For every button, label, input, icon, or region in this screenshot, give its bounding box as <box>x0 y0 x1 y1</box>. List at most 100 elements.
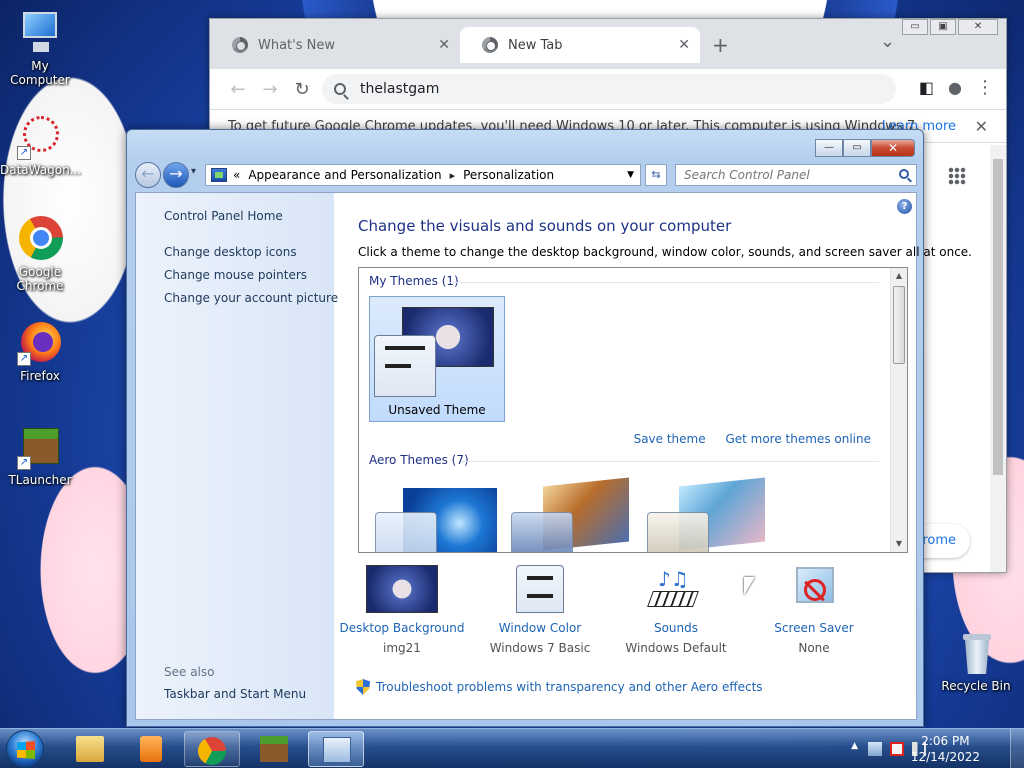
infobar-close-icon[interactable]: ✕ <box>975 117 988 136</box>
theme-list-scrollbar[interactable]: ▲ ▼ <box>890 268 907 552</box>
tab-search-icon[interactable]: ⌄ <box>880 31 895 52</box>
show-desktop-button[interactable] <box>1010 729 1024 768</box>
reload-button[interactable]: ↻ <box>286 79 318 100</box>
aero-themes-heading: Aero Themes (7) <box>369 453 469 467</box>
search-input[interactable]: Search Control Panel <box>675 164 917 186</box>
desktop-icon-my-computer[interactable]: My Computer <box>0 10 80 87</box>
profile-avatar-icon[interactable]: ● <box>948 78 962 97</box>
network-icon[interactable] <box>868 742 882 756</box>
desktop-icon-datawagon[interactable]: ↗ DataWagon... <box>0 114 81 177</box>
new-tab-button[interactable]: + <box>712 33 729 57</box>
address-bar[interactable]: thelastgam <box>322 74 896 104</box>
forward-button[interactable]: → <box>163 162 189 188</box>
desktop-background-setting[interactable]: Desktop Background img21 <box>332 565 472 655</box>
search-icon <box>334 83 346 95</box>
close-button[interactable]: ✕ <box>871 139 915 157</box>
search-icon[interactable] <box>899 169 909 179</box>
task-pane: Control Panel Home Change desktop icons … <box>136 193 338 719</box>
refresh-button[interactable]: ⇆ <box>645 164 667 186</box>
desktop-icon-google-chrome[interactable]: Google Chrome <box>0 216 80 293</box>
theme-list: My Themes (1) Unsaved Theme Save theme G… <box>358 267 908 553</box>
chrome-icon <box>17 216 63 262</box>
forward-button[interactable]: → <box>254 79 286 100</box>
window-color-preview <box>375 512 437 552</box>
breadcrumb-separator[interactable]: ▸ <box>450 169 456 182</box>
theme-unsaved[interactable]: Unsaved Theme <box>369 296 505 422</box>
tab-new-tab[interactable]: New Tab ✕ <box>460 27 700 63</box>
get-more-themes-link[interactable]: Get more themes online <box>725 432 871 446</box>
recycle-bin-icon <box>953 630 999 676</box>
side-panel-icon[interactable]: ◧ <box>919 78 934 97</box>
computer-icon <box>17 10 63 56</box>
back-button[interactable]: ← <box>135 162 161 188</box>
sounds-icon: ♪♫ <box>640 565 712 613</box>
setting-label[interactable]: Screen Saver <box>744 621 884 635</box>
change-mouse-pointers-link[interactable]: Change mouse pointers <box>164 268 307 282</box>
show-hidden-icons-button[interactable]: ▲ <box>851 741 858 751</box>
page-title: Change the visuals and sounds on your co… <box>358 217 732 235</box>
desktop-background-icon <box>366 565 438 613</box>
shortcut-arrow-icon: ↗ <box>17 146 31 160</box>
datawagon-icon: ↗ <box>17 114 63 160</box>
system-clock[interactable]: 2:06 PM 12/14/2022 <box>911 733 980 765</box>
minimize-button[interactable]: ▭ <box>902 19 928 35</box>
theme-actions: Save theme Get more themes online <box>618 432 871 446</box>
minimize-button[interactable]: — <box>815 139 843 157</box>
my-themes-heading: My Themes (1) <box>369 274 459 288</box>
sounds-setting[interactable]: ♪♫ Sounds Windows Default <box>606 565 746 655</box>
help-icon[interactable]: ? <box>897 199 912 214</box>
desktop-icon-tlauncher[interactable]: ↗ TLauncher <box>0 424 80 487</box>
breadcrumb-item-personalization[interactable]: Personalization <box>463 168 554 182</box>
google-apps-icon[interactable] <box>948 167 966 185</box>
taskbar-explorer[interactable] <box>62 731 118 767</box>
screen-saver-setting[interactable]: Screen Saver None <box>744 565 884 655</box>
save-theme-link[interactable]: Save theme <box>634 432 706 446</box>
theme-settings: Desktop Background img21 Window Color Wi… <box>334 565 916 665</box>
window-color-preview <box>374 335 436 397</box>
chrome-tabstrip: What's New ✕ New Tab ✕ + ⌄ ▭ ▣ ✕ <box>210 19 1006 69</box>
tab-whats-new[interactable]: What's New ✕ <box>210 27 460 63</box>
change-desktop-icons-link[interactable]: Change desktop icons <box>164 245 297 259</box>
screen-saver-icon <box>778 565 850 613</box>
address-dropdown-icon[interactable]: ▼ <box>627 170 634 180</box>
maximize-button[interactable]: ▣ <box>930 19 956 35</box>
taskbar-chrome[interactable] <box>184 731 240 767</box>
page-description: Click a theme to change the desktop back… <box>358 245 972 259</box>
maximize-button[interactable]: ▭ <box>843 139 871 157</box>
window-color-setting[interactable]: Window Color Windows 7 Basic <box>470 565 610 655</box>
scrollbar-thumb[interactable] <box>893 286 905 364</box>
setting-label[interactable]: Window Color <box>470 621 610 635</box>
setting-label[interactable]: Desktop Background <box>332 621 472 635</box>
taskbar-media-player[interactable] <box>122 731 178 767</box>
back-button[interactable]: ← <box>222 79 254 100</box>
taskbar-start-menu-link[interactable]: Taskbar and Start Menu <box>164 687 306 701</box>
navigation-bar: ← → ▾ « Appearance and Personalization ▸… <box>135 162 917 188</box>
breadcrumb-overflow[interactable]: « <box>233 168 240 182</box>
breadcrumb-item-appearance[interactable]: Appearance and Personalization <box>248 168 441 182</box>
close-tab-icon[interactable]: ✕ <box>438 37 450 53</box>
desktop-icon-recycle-bin[interactable]: Recycle Bin <box>936 630 1016 693</box>
breadcrumb[interactable]: « Appearance and Personalization ▸ Perso… <box>205 164 641 186</box>
setting-label[interactable]: Sounds <box>606 621 746 635</box>
scroll-down-icon[interactable]: ▼ <box>891 536 907 552</box>
scrollbar-thumb[interactable] <box>993 159 1003 475</box>
change-account-picture-link[interactable]: Change your account picture <box>164 291 338 305</box>
desktop-icon-firefox[interactable]: ↗ Firefox <box>0 320 80 383</box>
troubleshoot-aero-link[interactable]: Troubleshoot problems with transparency … <box>356 679 763 695</box>
media-player-icon <box>140 736 162 762</box>
taskbar-tlauncher[interactable] <box>246 731 302 767</box>
control-panel-home-link[interactable]: Control Panel Home <box>164 209 283 223</box>
action-center-icon[interactable] <box>890 742 904 756</box>
close-tab-icon[interactable]: ✕ <box>678 37 690 53</box>
mouse-pointer-icon <box>744 577 755 595</box>
see-also-heading: See also <box>164 665 215 679</box>
taskbar-control-panel[interactable] <box>308 731 364 767</box>
window-color-preview <box>647 512 709 552</box>
recent-pages-dropdown[interactable]: ▾ <box>191 166 196 177</box>
window-color-icon <box>504 565 576 613</box>
scroll-up-icon[interactable]: ▲ <box>891 268 907 284</box>
chrome-menu-icon[interactable]: ⋮ <box>976 77 994 98</box>
close-button[interactable]: ✕ <box>958 19 998 35</box>
start-button[interactable] <box>6 730 44 768</box>
page-scrollbar[interactable] <box>990 145 1006 572</box>
